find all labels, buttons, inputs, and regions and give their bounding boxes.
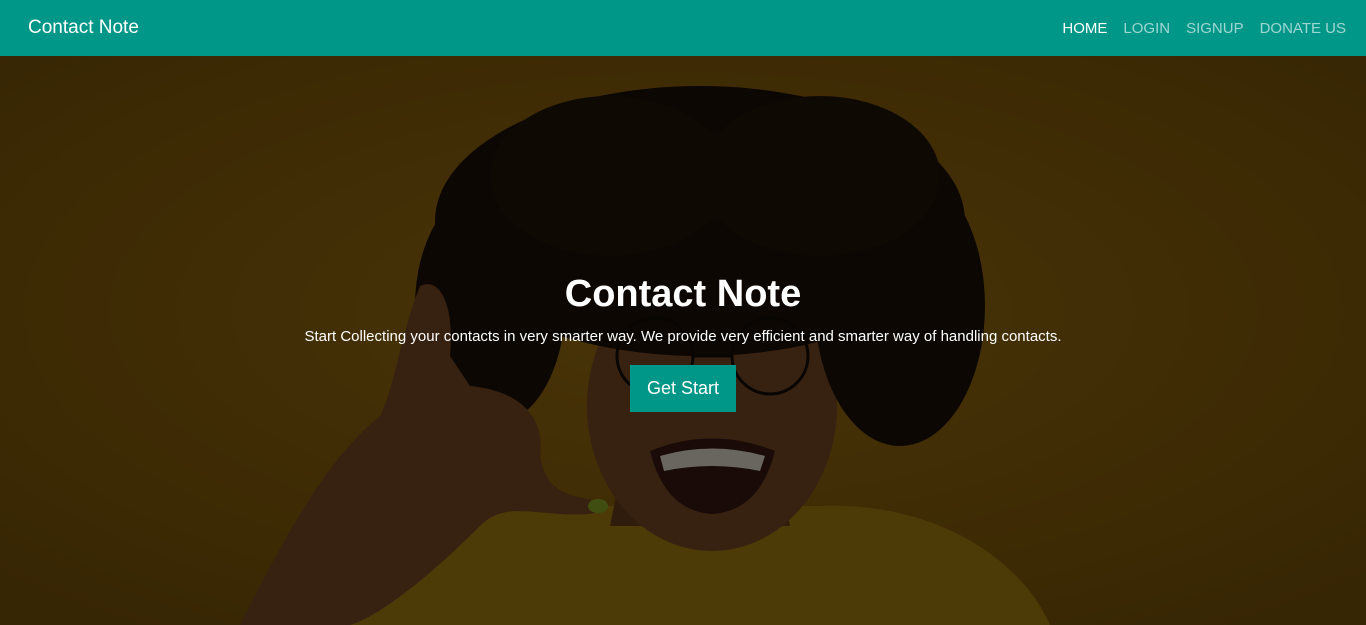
nav-signup-link[interactable]: SIGNUP (1186, 20, 1244, 37)
hero-subtitle: Start Collecting your contacts in very s… (304, 328, 1062, 345)
nav-home-link[interactable]: HOME (1062, 20, 1107, 37)
nav-donate-link[interactable]: DONATE US (1260, 20, 1346, 37)
hero-content: Contact Note Start Collecting your conta… (0, 271, 1366, 412)
nav-links: HOME LOGIN SIGNUP DONATE US (1062, 20, 1346, 37)
nav-login-link[interactable]: LOGIN (1123, 20, 1170, 37)
hero-title: Contact Note (564, 273, 802, 315)
get-start-button[interactable]: Get Start (629, 365, 737, 412)
top-navbar: Contact Note HOME LOGIN SIGNUP DONATE US (0, 0, 1366, 56)
hero-section: Contact Note Start Collecting your conta… (0, 56, 1366, 625)
brand-logo-link[interactable]: Contact Note (28, 17, 139, 39)
